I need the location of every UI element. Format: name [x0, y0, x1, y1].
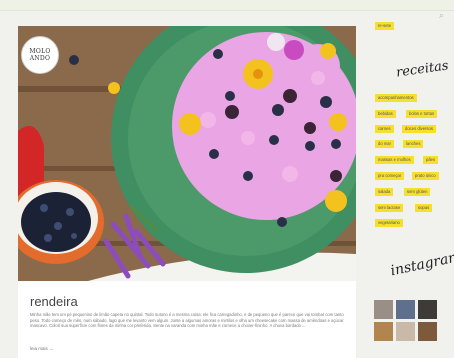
instagram-thumbnail[interactable]	[374, 300, 393, 319]
category-tag[interactable]: sopas	[415, 204, 433, 212]
sidebar-top-tag[interactable]: re-sete	[375, 22, 395, 30]
category-tag[interactable]: bolos e tortas	[406, 110, 438, 118]
category-tag[interactable]: sem glúten	[404, 188, 431, 196]
category-tag[interactable]: pra começar	[375, 172, 405, 180]
category-tag[interactable]: bebidas	[375, 110, 396, 118]
category-tag[interactable]: prato único	[412, 172, 439, 180]
post-hero-image[interactable]: MOLO ANDO	[18, 26, 356, 281]
category-tag[interactable]: lanches	[403, 140, 424, 148]
instagram-thumbnail[interactable]	[418, 322, 437, 341]
category-tag[interactable]: doces diversos	[402, 125, 436, 133]
category-tag[interactable]: carnes	[375, 125, 394, 133]
main-post: MOLO ANDO rendeira Minha mãe tem um pé p…	[18, 26, 356, 358]
instagram-heading: instagram	[389, 248, 454, 280]
category-tag[interactable]: pães	[423, 156, 439, 164]
category-tag[interactable]: do mar	[375, 140, 395, 148]
cheesecake-photo	[18, 26, 356, 281]
receitas-heading: receitas	[395, 58, 450, 81]
site-logo[interactable]: MOLO ANDO	[21, 36, 59, 74]
sidebar: re-sete receitas acompanhamentos bebidas…	[366, 0, 454, 358]
category-tag[interactable]: massas e molhos	[375, 156, 414, 164]
instagram-thumbnail[interactable]	[396, 322, 415, 341]
instagram-thumbnail[interactable]	[418, 300, 437, 319]
post-excerpt: Minha mãe tem um pé pequenino de limão c…	[30, 312, 344, 329]
logo-line-2: ANDO	[29, 55, 51, 62]
post-title[interactable]: rendeira	[30, 294, 78, 309]
instagram-thumbnail[interactable]	[396, 300, 415, 319]
category-tag[interactable]: salada	[375, 188, 394, 196]
read-more-link[interactable]: leia mais →	[30, 346, 54, 351]
instagram-thumbnail[interactable]	[374, 322, 393, 341]
logo-line-1: MOLO	[29, 48, 51, 55]
category-tag[interactable]: vegetariano	[375, 219, 403, 227]
category-tag[interactable]: sem lactose	[375, 204, 404, 212]
category-tag[interactable]: acompanhamentos	[375, 94, 417, 102]
